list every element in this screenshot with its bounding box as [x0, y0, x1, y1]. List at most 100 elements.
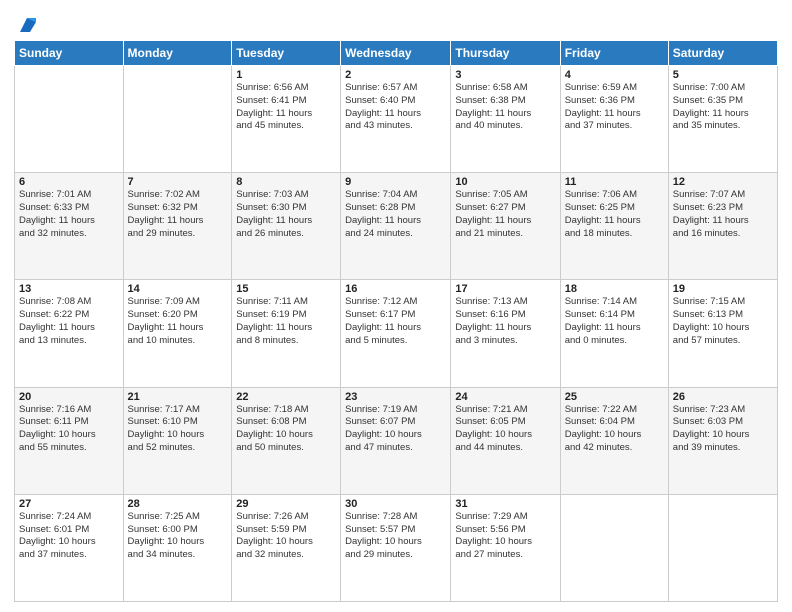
day-detail: Sunrise: 7:01 AMSunset: 6:33 PMDaylight:…: [19, 189, 119, 240]
week-row-4: 20Sunrise: 7:16 AMSunset: 6:11 PMDayligh…: [15, 387, 778, 494]
week-row-2: 6Sunrise: 7:01 AMSunset: 6:33 PMDaylight…: [15, 173, 778, 280]
calendar-cell: 24Sunrise: 7:21 AMSunset: 6:05 PMDayligh…: [451, 387, 560, 494]
calendar-cell: 22Sunrise: 7:18 AMSunset: 6:08 PMDayligh…: [232, 387, 341, 494]
day-number: 13: [19, 283, 119, 295]
calendar-cell: 9Sunrise: 7:04 AMSunset: 6:28 PMDaylight…: [341, 173, 451, 280]
day-number: 15: [236, 283, 336, 295]
calendar-cell: 6Sunrise: 7:01 AMSunset: 6:33 PMDaylight…: [15, 173, 124, 280]
header-wednesday: Wednesday: [341, 41, 451, 66]
calendar-cell: 15Sunrise: 7:11 AMSunset: 6:19 PMDayligh…: [232, 280, 341, 387]
day-detail: Sunrise: 7:26 AMSunset: 5:59 PMDaylight:…: [236, 511, 336, 562]
day-number: 18: [565, 283, 664, 295]
day-number: 8: [236, 176, 336, 188]
day-number: 24: [455, 391, 555, 403]
day-number: 14: [128, 283, 228, 295]
logo: [14, 14, 38, 32]
calendar-cell: [668, 494, 777, 601]
calendar-cell: 23Sunrise: 7:19 AMSunset: 6:07 PMDayligh…: [341, 387, 451, 494]
day-detail: Sunrise: 7:03 AMSunset: 6:30 PMDaylight:…: [236, 189, 336, 240]
day-number: 28: [128, 498, 228, 510]
day-number: 7: [128, 176, 228, 188]
day-detail: Sunrise: 6:59 AMSunset: 6:36 PMDaylight:…: [565, 82, 664, 133]
day-number: 12: [673, 176, 773, 188]
day-number: 19: [673, 283, 773, 295]
calendar-cell: 28Sunrise: 7:25 AMSunset: 6:00 PMDayligh…: [123, 494, 232, 601]
header-sunday: Sunday: [15, 41, 124, 66]
calendar-cell: 29Sunrise: 7:26 AMSunset: 5:59 PMDayligh…: [232, 494, 341, 601]
header-tuesday: Tuesday: [232, 41, 341, 66]
day-detail: Sunrise: 7:22 AMSunset: 6:04 PMDaylight:…: [565, 404, 664, 455]
day-detail: Sunrise: 7:21 AMSunset: 6:05 PMDaylight:…: [455, 404, 555, 455]
calendar-cell: 12Sunrise: 7:07 AMSunset: 6:23 PMDayligh…: [668, 173, 777, 280]
day-number: 1: [236, 69, 336, 81]
day-detail: Sunrise: 7:07 AMSunset: 6:23 PMDaylight:…: [673, 189, 773, 240]
day-detail: Sunrise: 7:08 AMSunset: 6:22 PMDaylight:…: [19, 296, 119, 347]
day-number: 20: [19, 391, 119, 403]
day-number: 30: [345, 498, 446, 510]
day-detail: Sunrise: 7:14 AMSunset: 6:14 PMDaylight:…: [565, 296, 664, 347]
calendar-cell: [15, 66, 124, 173]
calendar-cell: 1Sunrise: 6:56 AMSunset: 6:41 PMDaylight…: [232, 66, 341, 173]
header-friday: Friday: [560, 41, 668, 66]
logo-icon: [16, 14, 38, 36]
day-detail: Sunrise: 7:19 AMSunset: 6:07 PMDaylight:…: [345, 404, 446, 455]
day-number: 27: [19, 498, 119, 510]
header-thursday: Thursday: [451, 41, 560, 66]
header-saturday: Saturday: [668, 41, 777, 66]
day-number: 2: [345, 69, 446, 81]
calendar-cell: 31Sunrise: 7:29 AMSunset: 5:56 PMDayligh…: [451, 494, 560, 601]
day-number: 11: [565, 176, 664, 188]
day-number: 21: [128, 391, 228, 403]
day-detail: Sunrise: 7:29 AMSunset: 5:56 PMDaylight:…: [455, 511, 555, 562]
day-detail: Sunrise: 7:28 AMSunset: 5:57 PMDaylight:…: [345, 511, 446, 562]
day-detail: Sunrise: 7:06 AMSunset: 6:25 PMDaylight:…: [565, 189, 664, 240]
calendar-cell: 14Sunrise: 7:09 AMSunset: 6:20 PMDayligh…: [123, 280, 232, 387]
header-monday: Monday: [123, 41, 232, 66]
calendar-cell: 30Sunrise: 7:28 AMSunset: 5:57 PMDayligh…: [341, 494, 451, 601]
day-detail: Sunrise: 7:02 AMSunset: 6:32 PMDaylight:…: [128, 189, 228, 240]
calendar-cell: 18Sunrise: 7:14 AMSunset: 6:14 PMDayligh…: [560, 280, 668, 387]
calendar-cell: 26Sunrise: 7:23 AMSunset: 6:03 PMDayligh…: [668, 387, 777, 494]
calendar-cell: 11Sunrise: 7:06 AMSunset: 6:25 PMDayligh…: [560, 173, 668, 280]
day-number: 16: [345, 283, 446, 295]
week-row-3: 13Sunrise: 7:08 AMSunset: 6:22 PMDayligh…: [15, 280, 778, 387]
calendar-cell: 19Sunrise: 7:15 AMSunset: 6:13 PMDayligh…: [668, 280, 777, 387]
day-number: 9: [345, 176, 446, 188]
calendar-cell: 3Sunrise: 6:58 AMSunset: 6:38 PMDaylight…: [451, 66, 560, 173]
day-detail: Sunrise: 7:24 AMSunset: 6:01 PMDaylight:…: [19, 511, 119, 562]
calendar-cell: 2Sunrise: 6:57 AMSunset: 6:40 PMDaylight…: [341, 66, 451, 173]
day-detail: Sunrise: 7:00 AMSunset: 6:35 PMDaylight:…: [673, 82, 773, 133]
calendar-cell: 8Sunrise: 7:03 AMSunset: 6:30 PMDaylight…: [232, 173, 341, 280]
calendar-cell: 21Sunrise: 7:17 AMSunset: 6:10 PMDayligh…: [123, 387, 232, 494]
day-number: 10: [455, 176, 555, 188]
day-detail: Sunrise: 7:15 AMSunset: 6:13 PMDaylight:…: [673, 296, 773, 347]
calendar-cell: 13Sunrise: 7:08 AMSunset: 6:22 PMDayligh…: [15, 280, 124, 387]
day-number: 6: [19, 176, 119, 188]
day-detail: Sunrise: 6:56 AMSunset: 6:41 PMDaylight:…: [236, 82, 336, 133]
calendar-cell: 20Sunrise: 7:16 AMSunset: 6:11 PMDayligh…: [15, 387, 124, 494]
day-detail: Sunrise: 7:13 AMSunset: 6:16 PMDaylight:…: [455, 296, 555, 347]
calendar-cell: [123, 66, 232, 173]
calendar-cell: 17Sunrise: 7:13 AMSunset: 6:16 PMDayligh…: [451, 280, 560, 387]
day-detail: Sunrise: 7:16 AMSunset: 6:11 PMDaylight:…: [19, 404, 119, 455]
day-detail: Sunrise: 6:57 AMSunset: 6:40 PMDaylight:…: [345, 82, 446, 133]
day-number: 23: [345, 391, 446, 403]
day-number: 17: [455, 283, 555, 295]
day-detail: Sunrise: 7:18 AMSunset: 6:08 PMDaylight:…: [236, 404, 336, 455]
day-number: 26: [673, 391, 773, 403]
day-number: 22: [236, 391, 336, 403]
day-detail: Sunrise: 7:09 AMSunset: 6:20 PMDaylight:…: [128, 296, 228, 347]
page: Sunday Monday Tuesday Wednesday Thursday…: [0, 0, 792, 612]
week-row-5: 27Sunrise: 7:24 AMSunset: 6:01 PMDayligh…: [15, 494, 778, 601]
calendar-cell: 5Sunrise: 7:00 AMSunset: 6:35 PMDaylight…: [668, 66, 777, 173]
day-detail: Sunrise: 7:04 AMSunset: 6:28 PMDaylight:…: [345, 189, 446, 240]
calendar-cell: 16Sunrise: 7:12 AMSunset: 6:17 PMDayligh…: [341, 280, 451, 387]
week-row-1: 1Sunrise: 6:56 AMSunset: 6:41 PMDaylight…: [15, 66, 778, 173]
day-number: 3: [455, 69, 555, 81]
day-detail: Sunrise: 7:25 AMSunset: 6:00 PMDaylight:…: [128, 511, 228, 562]
header: [14, 10, 778, 32]
day-detail: Sunrise: 7:05 AMSunset: 6:27 PMDaylight:…: [455, 189, 555, 240]
day-number: 25: [565, 391, 664, 403]
day-detail: Sunrise: 7:17 AMSunset: 6:10 PMDaylight:…: [128, 404, 228, 455]
day-number: 5: [673, 69, 773, 81]
